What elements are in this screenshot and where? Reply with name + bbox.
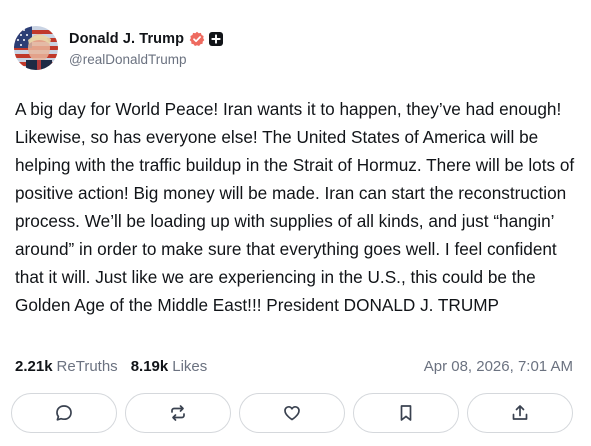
author-handle[interactable]: @realDonaldTrump — [69, 52, 223, 67]
post-header: Donald J. Trump @realDonaldTrump — [14, 26, 224, 70]
retruth-button[interactable] — [125, 393, 231, 433]
verified-badge-icon — [189, 31, 205, 47]
like-button[interactable] — [239, 393, 345, 433]
heart-icon — [284, 405, 300, 421]
repost-icon — [171, 405, 185, 421]
retruths-label[interactable]: ReTruths — [57, 358, 118, 375]
name-row: Donald J. Trump — [69, 29, 224, 49]
share-button[interactable] — [467, 393, 573, 433]
comment-icon — [56, 405, 72, 421]
bookmark-button[interactable] — [353, 393, 459, 433]
share-icon — [512, 405, 528, 420]
reply-button[interactable] — [11, 393, 117, 433]
bookmark-icon — [400, 405, 412, 421]
likes-count[interactable]: 8.19k — [131, 358, 169, 375]
flag-portrait-avatar — [14, 26, 58, 70]
retruths-count[interactable]: 2.21k — [15, 358, 53, 375]
truth-plus-badge-icon — [209, 32, 224, 46]
post-text: A big day for World Peace! Iran wants it… — [15, 99, 579, 315]
post-stats: 2.21k ReTruths 8.19k Likes — [15, 358, 207, 375]
action-bar — [11, 393, 573, 433]
avatar[interactable] — [14, 26, 58, 70]
likes-label[interactable]: Likes — [172, 358, 207, 375]
post-timestamp[interactable]: Apr 08, 2026, 7:01 AM — [424, 358, 573, 375]
truth-post: Donald J. Trump @realDonaldTrump A big d… — [0, 0, 591, 446]
author-block: Donald J. Trump @realDonaldTrump — [69, 29, 224, 67]
display-name[interactable]: Donald J. Trump — [69, 31, 184, 47]
